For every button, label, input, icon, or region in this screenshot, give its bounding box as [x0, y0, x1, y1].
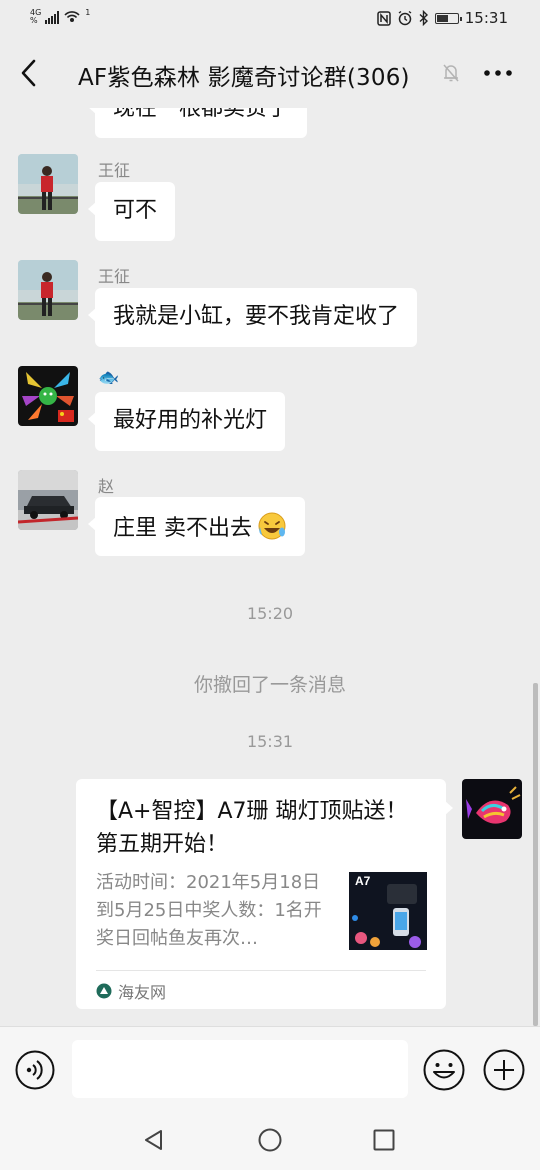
sender-name: 🐟	[98, 368, 120, 388]
sender-name: 王征	[98, 161, 131, 180]
emoji-icon	[423, 1049, 465, 1091]
avatar[interactable]	[18, 470, 78, 530]
signal-bars-icon	[45, 10, 60, 24]
message-text: 庄里 卖不出去	[113, 516, 252, 541]
nav-recents-button[interactable]	[373, 1129, 395, 1155]
battery-icon	[434, 12, 462, 24]
chat-area[interactable]: 现在一根都卖贵了 王征 可不 王征 我就是小缸，要不我肯定收了 🐟 最好用的补光…	[0, 108, 540, 1026]
avatar[interactable]	[18, 154, 78, 214]
status-right: 15:31	[377, 9, 508, 27]
nav-recents-icon	[373, 1129, 395, 1151]
message-text: 最好用的补光灯	[113, 408, 268, 433]
card-description: 活动时间：2021年5月18日到5月25日中奖人数：1名开奖日回帖鱼友再次…	[96, 872, 322, 949]
plus-icon	[483, 1049, 525, 1091]
source-name: 海友网	[118, 983, 167, 1002]
bluetooth-icon	[419, 10, 428, 26]
message-bubble[interactable]: 我就是小缸，要不我肯定收了	[87, 288, 418, 347]
message-text: 现在一根都卖贵了	[113, 108, 290, 121]
my-avatar[interactable]	[462, 779, 522, 839]
message-bubble[interactable]: 庄里 卖不出去	[88, 497, 305, 556]
status-time: 15:31	[464, 9, 508, 27]
avatar-fish-icon	[462, 779, 522, 839]
avatar[interactable]	[18, 366, 78, 426]
card-title: 【A+智控】A7珊 瑚灯顶贴送！第五期开始！	[96, 799, 408, 857]
voice-button[interactable]	[15, 1050, 55, 1090]
nav-back-icon	[145, 1130, 162, 1150]
back-button[interactable]	[14, 56, 46, 90]
thumbnail-label: A7	[355, 874, 371, 888]
more-dots-icon	[484, 70, 512, 76]
network-type: 4G %	[30, 9, 41, 25]
nfc-icon	[377, 10, 391, 26]
message-text: 可不	[113, 198, 158, 223]
back-arrow-icon	[21, 59, 36, 87]
mute-bell-icon	[443, 64, 459, 82]
input-bar	[0, 1026, 540, 1110]
voice-icon	[15, 1050, 55, 1090]
recall-notice: 你撤回了一条消息	[193, 674, 346, 696]
shared-link-card[interactable]: 【A+智控】A7珊 瑚灯顶贴送！第五期开始！ 活动时间：2021年5月18日到5…	[76, 779, 453, 1009]
nav-back-button[interactable]	[142, 1128, 166, 1156]
chat-header: AF紫色森林 影魔奇讨论群(306)	[0, 38, 540, 108]
card-divider	[96, 970, 426, 971]
system-nav-bar	[0, 1110, 540, 1170]
nav-home-button[interactable]	[258, 1128, 282, 1156]
nav-home-icon	[258, 1128, 282, 1152]
timestamp: 15:20	[246, 604, 294, 623]
avatar-person-icon	[18, 154, 78, 214]
card-source: 海友网	[96, 979, 166, 1003]
laughing-tears-emoji	[258, 512, 286, 540]
message-input[interactable]	[72, 1040, 408, 1098]
hotspot-count: 1	[85, 8, 91, 17]
card-thumbnail: A7	[349, 872, 427, 950]
chat-title: AF紫色森林 影魔奇讨论群(306)	[78, 65, 410, 91]
more-button[interactable]	[480, 58, 516, 88]
message-text: 我就是小缸，要不我肯定收了	[113, 304, 400, 329]
message-bubble[interactable]: 最好用的补光灯	[87, 392, 286, 451]
avatar-car-icon	[18, 470, 78, 530]
sender-name: 赵	[98, 477, 115, 496]
sender-name: 王征	[98, 267, 131, 286]
battery-level	[436, 14, 448, 22]
status-left: 4G % 1	[30, 9, 90, 25]
message-bubble[interactable]: 现在一根都卖贵了	[87, 108, 308, 138]
message-bubble[interactable]: 可不	[87, 182, 176, 241]
hotspot-icon	[64, 11, 80, 22]
status-bar: 4G % 1 15:31	[0, 0, 540, 38]
data-speed-label: %	[30, 16, 38, 25]
avatar-hands-icon	[18, 366, 78, 426]
avatar[interactable]	[18, 260, 78, 320]
emoji-button[interactable]	[423, 1049, 465, 1091]
alarm-icon	[398, 10, 412, 26]
scrollbar[interactable]	[533, 683, 538, 1026]
timestamp: 15:31	[246, 732, 294, 751]
source-logo-icon	[96, 983, 112, 999]
avatar-person-icon	[18, 260, 78, 320]
more-functions-button[interactable]	[483, 1049, 525, 1091]
